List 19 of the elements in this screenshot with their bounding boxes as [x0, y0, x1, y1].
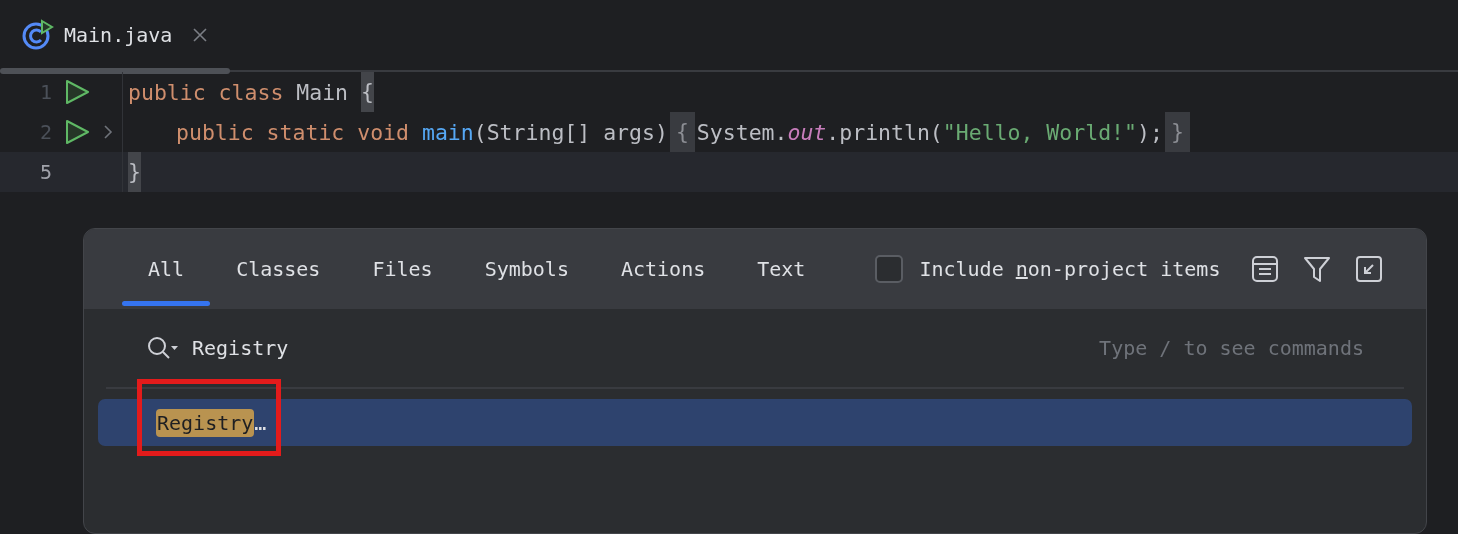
- filter-icon[interactable]: [1302, 254, 1333, 284]
- checkbox-label[interactable]: Include non-project items: [919, 257, 1221, 281]
- collapse-icon[interactable]: [1354, 254, 1385, 284]
- search-tab[interactable]: Symbols: [458, 229, 595, 309]
- line-number: 5: [38, 160, 52, 184]
- search-tab[interactable]: All: [122, 229, 211, 309]
- code-line: public class Main {: [123, 72, 374, 112]
- search-tab[interactable]: Classes: [210, 229, 347, 309]
- result-item[interactable]: Registry…: [98, 399, 1412, 446]
- checkbox[interactable]: [875, 255, 904, 283]
- search-field[interactable]: Registry: [192, 336, 1100, 360]
- search-tab[interactable]: Actions: [594, 229, 732, 309]
- search-tab[interactable]: Files: [346, 229, 459, 309]
- search-hint: Type / to see commands: [1099, 336, 1364, 360]
- editor-tab[interactable]: Main.java: [0, 0, 231, 70]
- preview-icon[interactable]: [1250, 254, 1281, 284]
- code-line: public static void main(String[] args) { System.out.println("Hello, World!"); }: [123, 112, 1192, 152]
- java-class-icon: [22, 19, 54, 51]
- search-tab[interactable]: Text: [731, 229, 832, 309]
